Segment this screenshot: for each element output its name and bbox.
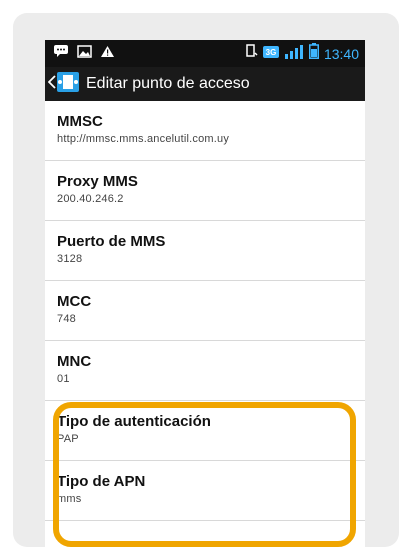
list-item-value: PAP [57,433,79,445]
list-item-title: Puerto de MMS [57,233,166,250]
vibrate-icon [244,44,258,63]
list-item-title: Tipo de APN [57,473,146,490]
list-item-title: MNC [57,353,92,370]
list-item-title: MMSC [57,113,103,130]
warning-icon [100,45,115,63]
list-item-value: 01 [57,373,70,385]
phone-screen: 3G 13:40 Editar punto de acceso MMSC htt… [45,40,365,552]
image-notification-icon [77,44,92,63]
battery-icon [308,43,319,64]
svg-text:3G: 3G [266,48,277,57]
signal-icon [284,44,304,64]
list-item-value: 748 [57,313,76,325]
list-item-title: MCC [57,293,92,310]
list-item-mcc[interactable]: MCC 748 [45,281,365,341]
list-item-apn-type[interactable]: Tipo de APN mms [45,461,365,521]
list-item-value: mms [57,493,82,505]
page-title: Editar punto de acceso [86,75,250,92]
list-item-title: Proxy MMS [57,173,138,190]
list-item-title: Tipo de autenticación [57,413,211,430]
list-item-value: 200.40.246.2 [57,193,124,205]
clock: 13:40 [323,45,359,62]
chat-notification-icon [53,44,69,63]
list-item-mnc[interactable]: MNC 01 [45,341,365,401]
settings-list: MMSC http://mmsc.mms.ancelutil.com.uy Pr… [45,101,365,521]
list-item-auth-type[interactable]: Tipo de autenticación PAP [45,401,365,461]
status-bar: 3G 13:40 [45,40,365,67]
action-bar: Editar punto de acceso [45,67,365,101]
list-item-value: http://mmsc.mms.ancelutil.com.uy [57,133,230,145]
list-item-mmsc[interactable]: MMSC http://mmsc.mms.ancelutil.com.uy [45,101,365,161]
network-3g-icon: 3G [262,45,279,63]
back-chevron-icon[interactable] [47,74,56,94]
list-item-mms-port[interactable]: Puerto de MMS 3128 [45,221,365,281]
list-item-proxy-mms[interactable]: Proxy MMS 200.40.246.2 [45,161,365,221]
list-item-value: 3128 [57,253,83,265]
settings-app-icon[interactable] [56,70,80,99]
